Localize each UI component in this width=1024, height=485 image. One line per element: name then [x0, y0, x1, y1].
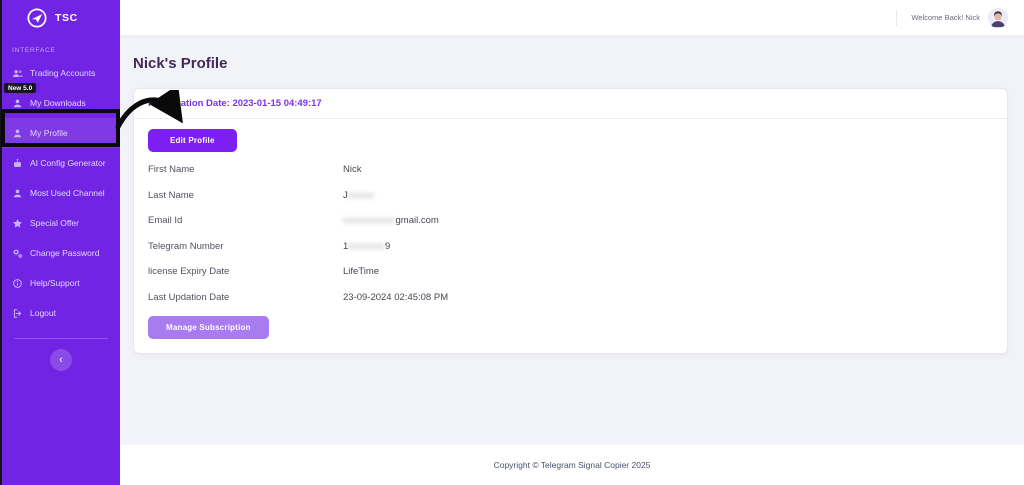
manage-subscription-button[interactable]: Manage Subscription: [148, 316, 269, 339]
profile-card: Registration Date: 2023-01-15 04:49:17 E…: [133, 88, 1008, 354]
edit-profile-button[interactable]: Edit Profile: [148, 129, 237, 152]
sidebar-item-label: Help/Support: [30, 278, 80, 288]
chevron-left-icon: ‹: [59, 355, 63, 366]
sidebar-item-special-offer[interactable]: Special Offer: [2, 208, 120, 238]
field-license-expiry: license Expiry Date LifeTime: [148, 259, 993, 285]
robot-icon: [12, 158, 23, 169]
info-icon: [12, 278, 23, 289]
copyright-text: Copyright © Telegram Signal Copier 2025: [494, 460, 651, 470]
top-bar: Welcome Back! Nick: [120, 0, 1024, 35]
sidebar-item-my-profile[interactable]: My Profile: [2, 118, 120, 148]
field-label: Last Updation Date: [148, 292, 343, 303]
sidebar-section-label: INTERFACE: [2, 35, 120, 58]
sidebar-item-label: AI Config Generator: [30, 158, 106, 168]
new-version-badge: New 5.0: [4, 83, 36, 93]
field-value: LifeTime: [343, 266, 379, 277]
sidebar-item-ai-config-generator[interactable]: AI Config Generator: [2, 148, 120, 178]
page-title: Nick's Profile: [133, 55, 1008, 72]
sidebar-item-logout[interactable]: Logout: [2, 298, 120, 328]
gears-icon: [12, 248, 23, 259]
user-avatar[interactable]: [988, 8, 1008, 28]
redacted-text: xxxxxxx: [348, 241, 385, 252]
content-area: Nick's Profile Registration Date: 2023-0…: [120, 35, 1024, 445]
person-icon: [12, 98, 23, 109]
sidebar-item-help-support[interactable]: Help/Support: [2, 268, 120, 298]
app-window: TSC INTERFACE New 5.0 Trading Accounts M…: [0, 0, 1024, 485]
sidebar-item-label: My Profile: [30, 128, 68, 138]
users-icon: [12, 68, 23, 79]
tsc-logo-icon: [26, 7, 48, 29]
footer: Copyright © Telegram Signal Copier 2025: [120, 445, 1024, 485]
star-icon: [12, 218, 23, 229]
topbar-divider: [896, 10, 897, 26]
main-column: Welcome Back! Nick Nick's Profile Regist…: [120, 0, 1024, 485]
sidebar: TSC INTERFACE New 5.0 Trading Accounts M…: [0, 0, 120, 485]
sidebar-item-label: Logout: [30, 308, 56, 318]
redacted-text: xxxxxxxxxx: [343, 215, 396, 226]
field-first-name: First Name Nick: [148, 157, 993, 183]
welcome-text: Welcome Back! Nick: [911, 13, 980, 22]
field-value: Nick: [343, 164, 361, 175]
sidebar-item-label: Trading Accounts: [30, 68, 95, 78]
sidebar-item-label: Special Offer: [30, 218, 79, 228]
field-value: Jxxxxx: [343, 190, 374, 201]
sidebar-divider: [14, 338, 108, 339]
field-label: Telegram Number: [148, 241, 343, 252]
field-label: Email Id: [148, 215, 343, 226]
sidebar-item-label: My Downloads: [30, 98, 86, 108]
sidebar-item-change-password[interactable]: Change Password: [2, 238, 120, 268]
field-value: 23-09-2024 02:45:08 PM: [343, 292, 448, 303]
field-value: 1xxxxxxx9: [343, 241, 390, 252]
field-label: First Name: [148, 164, 343, 175]
field-label: Last Name: [148, 190, 343, 201]
profile-card-body: Edit Profile First Name Nick Last Name J…: [134, 119, 1007, 353]
person-icon: [12, 188, 23, 199]
redacted-text: xxxxx: [348, 190, 374, 201]
sidebar-item-label: Most Used Channel: [30, 188, 105, 198]
sidebar-item-most-used-channel[interactable]: Most Used Channel: [2, 178, 120, 208]
field-telegram-number: Telegram Number 1xxxxxxx9: [148, 234, 993, 260]
field-last-name: Last Name Jxxxxx: [148, 183, 993, 209]
sidebar-item-label: Change Password: [30, 248, 99, 258]
field-value: xxxxxxxxxxgmail.com: [343, 215, 439, 226]
field-label: license Expiry Date: [148, 266, 343, 277]
brand-name: TSC: [55, 12, 78, 24]
field-last-updation: Last Updation Date 23-09-2024 02:45:08 P…: [148, 285, 993, 311]
registration-date: Registration Date: 2023-01-15 04:49:17: [134, 89, 1007, 119]
logout-icon: [12, 308, 23, 319]
brand-logo-block[interactable]: TSC: [2, 0, 120, 35]
avatar-illustration: [988, 8, 1008, 28]
person-icon: [12, 128, 23, 139]
field-email-id: Email Id xxxxxxxxxxgmail.com: [148, 208, 993, 234]
sidebar-collapse-button[interactable]: ‹: [50, 349, 72, 371]
